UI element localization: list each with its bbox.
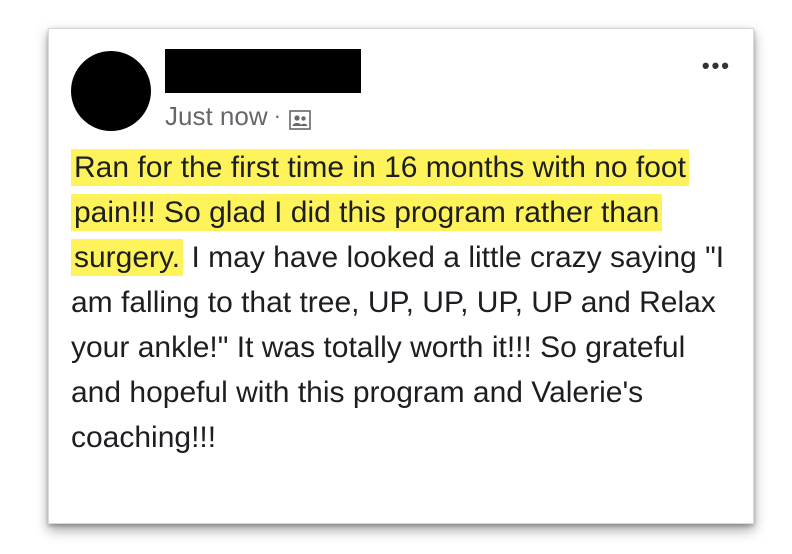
post-timestamp[interactable]: Just now	[165, 101, 268, 132]
facebook-post-card: Just now · ••• Ran for the first time in…	[48, 28, 754, 524]
post-meta: Just now ·	[165, 101, 311, 131]
post-body: Ran for the first time in 16 months with…	[71, 145, 739, 460]
more-options-button[interactable]: •••	[702, 53, 731, 79]
meta-separator: ·	[273, 103, 281, 128]
avatar[interactable]	[71, 51, 151, 131]
redacted-author-name	[165, 49, 361, 93]
friends-icon[interactable]	[289, 106, 311, 130]
